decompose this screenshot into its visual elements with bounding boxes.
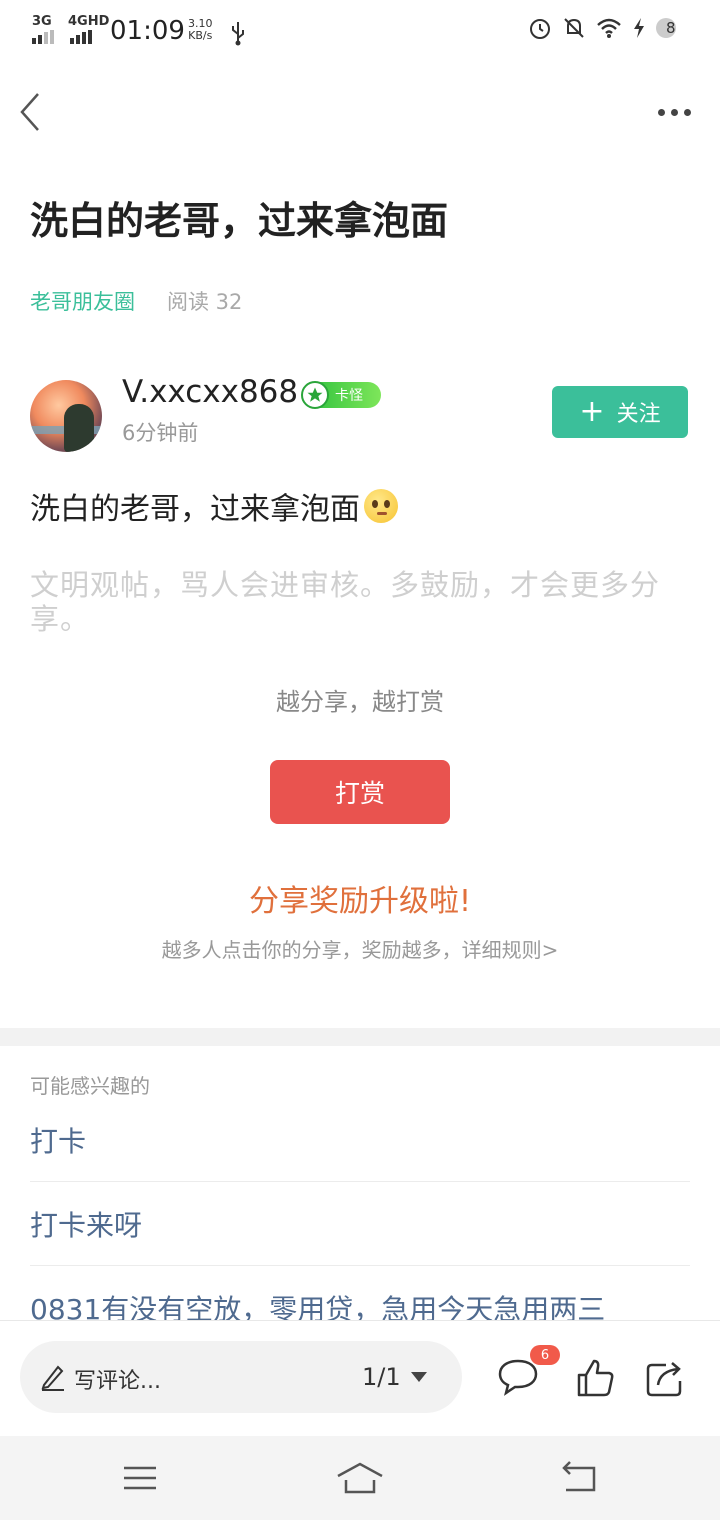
signal-3g-icon bbox=[32, 30, 54, 44]
post-time: 6分钟前 bbox=[122, 421, 199, 445]
section-divider bbox=[0, 1028, 720, 1046]
menu-icon bbox=[124, 1466, 156, 1490]
recommend-item-label: 打卡来呀 bbox=[30, 1209, 143, 1242]
plus-icon: + bbox=[579, 394, 605, 429]
dot-icon bbox=[670, 108, 678, 116]
like-button[interactable] bbox=[574, 1357, 622, 1405]
pencil-icon bbox=[41, 1365, 64, 1391]
net-speed: 3.10 KB/s bbox=[188, 18, 213, 42]
net-speed-unit: KB/s bbox=[188, 29, 213, 42]
star-icon bbox=[301, 381, 329, 409]
recommend-item-label: 打卡 bbox=[30, 1125, 87, 1158]
reward-rules-link[interactable]: 越多人点击你的分享，奖励越多，详细规则> bbox=[0, 934, 720, 963]
thinking-emoji-icon bbox=[364, 489, 398, 523]
comment-bar: 写评论... 1/1 6 bbox=[0, 1320, 720, 1436]
menu-button[interactable] bbox=[116, 1460, 164, 1496]
share-icon bbox=[646, 1362, 682, 1397]
back-system-button[interactable] bbox=[556, 1460, 604, 1496]
mute-bell-icon bbox=[564, 18, 584, 38]
network-3g-label: 3G bbox=[32, 14, 52, 29]
recommend-item[interactable]: 打卡来呀 bbox=[30, 1204, 690, 1266]
share-reward-prompt: 越分享，越打赏 bbox=[276, 688, 444, 716]
network-4g-label: 4GHD bbox=[68, 14, 110, 29]
upgrade-title: 分享奖励升级啦! bbox=[248, 884, 472, 919]
top-nav bbox=[0, 72, 720, 152]
author-avatar[interactable] bbox=[30, 380, 102, 452]
post-meta: 老哥朋友圈 阅读 32 bbox=[30, 286, 242, 316]
post-body-text: 洗白的老哥，过来拿泡面 bbox=[30, 492, 360, 527]
clock: 01:09 bbox=[110, 16, 185, 46]
author-name[interactable]: V.xxcxx868 bbox=[122, 374, 298, 410]
charging-icon bbox=[634, 18, 644, 38]
wifi-icon bbox=[597, 18, 621, 38]
usb-icon bbox=[232, 22, 244, 46]
recommend-item[interactable]: 打卡 bbox=[30, 1120, 690, 1182]
reward-button[interactable]: 打赏 bbox=[270, 760, 450, 824]
page-selector[interactable]: 1/1 bbox=[362, 1341, 427, 1413]
read-count: 阅读 32 bbox=[167, 290, 243, 314]
status-bar: 3G 4GHD 01:09 3.10 KB/s 8 bbox=[0, 0, 720, 64]
alarm-icon bbox=[530, 19, 550, 39]
more-options-button[interactable] bbox=[654, 100, 694, 124]
circle-link[interactable]: 老哥朋友圈 bbox=[30, 286, 135, 316]
battery-icon: 8 bbox=[656, 16, 690, 40]
dot-icon bbox=[683, 108, 691, 116]
badge-label: 卡怪 bbox=[335, 388, 363, 404]
back-button[interactable] bbox=[14, 88, 54, 136]
return-icon bbox=[562, 1461, 596, 1492]
follow-button[interactable]: + 关注 bbox=[552, 386, 688, 438]
recommend-heading: 可能感兴趣的 bbox=[30, 1074, 150, 1098]
comment-placeholder: 写评论... bbox=[74, 1369, 161, 1394]
home-button[interactable] bbox=[336, 1460, 384, 1496]
signal-4g-icon bbox=[70, 30, 92, 44]
caret-down-icon bbox=[410, 1372, 427, 1382]
share-button[interactable] bbox=[644, 1357, 692, 1405]
chevron-left-icon bbox=[20, 93, 39, 131]
post-title: 洗白的老哥，过来拿泡面 bbox=[30, 199, 449, 243]
post-body: 洗白的老哥，过来拿泡面 bbox=[30, 484, 398, 528]
dot-icon bbox=[657, 108, 665, 116]
system-nav-bar bbox=[0, 1436, 720, 1520]
home-icon bbox=[337, 1462, 383, 1494]
comment-count-badge: 6 bbox=[530, 1345, 560, 1365]
civility-notice: 文明观帖，骂人会进审核。多鼓励，才会更多分享。 bbox=[30, 568, 661, 636]
level-badge: 卡怪 bbox=[301, 381, 381, 409]
page-indicator: 1/1 bbox=[362, 1363, 401, 1391]
battery-level: 8 bbox=[666, 19, 676, 37]
follow-label: 关注 bbox=[616, 402, 661, 427]
thumbs-up-icon bbox=[577, 1359, 614, 1397]
